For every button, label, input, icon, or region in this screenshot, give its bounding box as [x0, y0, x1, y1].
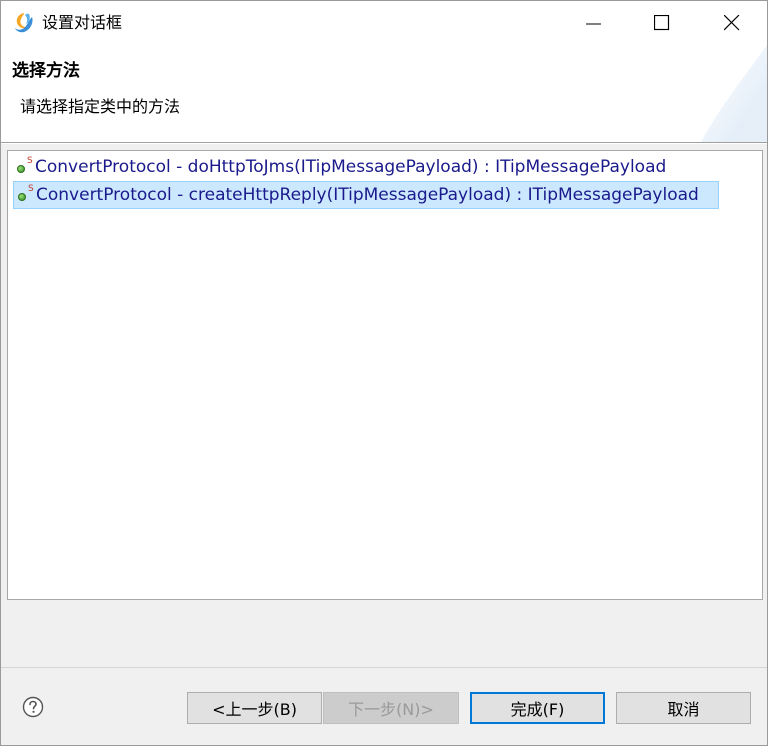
method-label: ConvertProtocol - doHttpToJms(ITipMessag… — [35, 157, 667, 177]
public-static-method-icon: S — [13, 154, 35, 180]
finish-button[interactable]: 完成(F) — [470, 692, 605, 724]
title-bar[interactable]: 设置对话框 — [1, 1, 767, 45]
banner-decoration-icon — [701, 45, 767, 142]
page-title: 选择方法 — [12, 61, 80, 81]
maximize-icon — [654, 15, 670, 31]
settings-dialog: 设置对话框 选择方法 请选择指定类中的方法 S ConvertProtocol … — [0, 0, 768, 746]
minimize-button[interactable] — [571, 1, 617, 45]
header-banner: 选择方法 请选择指定类中的方法 — [1, 45, 767, 142]
help-icon[interactable] — [22, 696, 44, 718]
next-button[interactable]: 下一步(N)> — [323, 692, 459, 724]
maximize-button[interactable] — [639, 1, 685, 45]
cancel-button[interactable]: 取消 — [616, 692, 751, 724]
header-divider-highlight — [1, 143, 767, 144]
window-title: 设置对话框 — [42, 13, 123, 32]
list-item[interactable]: S ConvertProtocol - doHttpToJms(ITipMess… — [13, 153, 666, 181]
swirl-logo-icon — [15, 13, 33, 33]
close-icon — [724, 15, 740, 31]
minimize-icon — [586, 23, 601, 25]
method-label: ConvertProtocol - createHttpReply(ITipMe… — [36, 185, 699, 205]
method-list[interactable]: S ConvertProtocol - doHttpToJms(ITipMess… — [7, 150, 763, 600]
public-static-method-icon: S — [14, 182, 36, 208]
back-button[interactable]: <上一步(B) — [187, 692, 322, 724]
close-button[interactable] — [709, 1, 755, 45]
footer-divider — [1, 667, 767, 668]
page-description: 请选择指定类中的方法 — [20, 97, 181, 116]
list-item-selected[interactable]: S ConvertProtocol - createHttpReply(ITip… — [13, 181, 719, 209]
